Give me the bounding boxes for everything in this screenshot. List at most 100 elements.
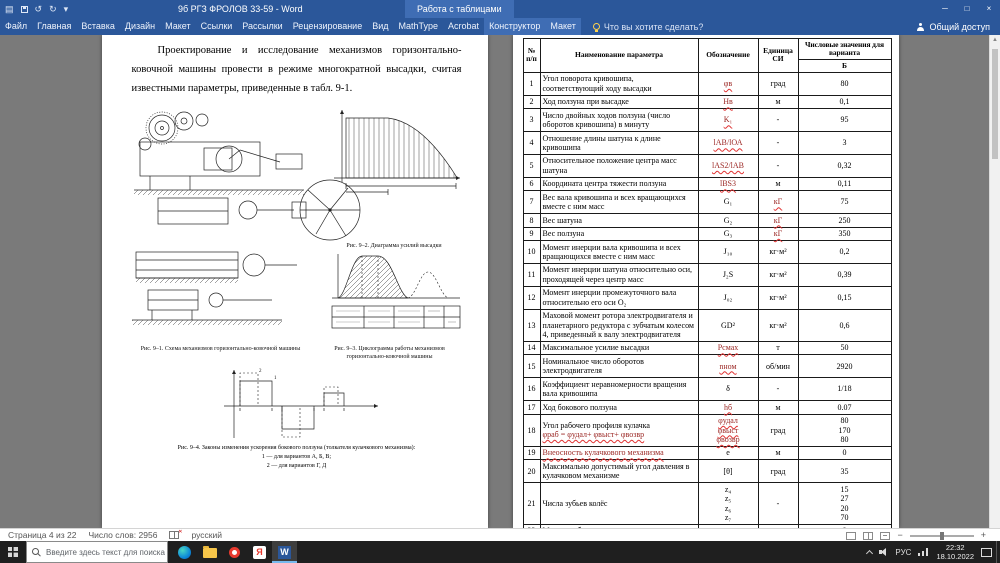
cell-unit[interactable]: - (758, 378, 798, 401)
cell-num[interactable]: 14 (523, 341, 540, 354)
cell-unit[interactable]: град (758, 414, 798, 446)
taskbar-clock[interactable]: 22:32 18.10.2022 (936, 543, 974, 561)
cell-num[interactable]: 5 (523, 154, 540, 177)
cell-name[interactable]: Ход ползуна при высадке (540, 95, 698, 108)
start-button[interactable] (0, 541, 26, 563)
cell-symbol[interactable]: [θ] (698, 460, 758, 483)
cell-unit[interactable]: - (758, 132, 798, 155)
cell-num[interactable]: 19 (523, 446, 540, 459)
cell-symbol[interactable]: G₃ (698, 227, 758, 240)
cell-num[interactable]: 12 (523, 286, 540, 309)
cell-value[interactable]: 0,2 (798, 241, 891, 264)
cell-value[interactable]: 0,1 (798, 95, 891, 108)
cell-symbol[interactable]: hб (698, 401, 758, 414)
header-values-group[interactable]: Числовые значения для варианта (798, 39, 891, 60)
cell-unit[interactable]: кг·м² (758, 286, 798, 309)
network-icon[interactable] (918, 548, 929, 556)
minimize-button[interactable]: ─ (934, 0, 956, 18)
zoom-slider[interactable] (910, 535, 974, 537)
word-count[interactable]: Число слов: 2956 (88, 530, 157, 540)
cell-name[interactable]: Угол рабочего профиля кулачкаφраб = φуда… (540, 414, 698, 446)
cell-name[interactable]: Числа зубьев колёс (540, 483, 698, 525)
cell-unit[interactable]: кГ (758, 191, 798, 214)
cell-symbol[interactable]: lАS2/lАВ (698, 154, 758, 177)
cell-symbol[interactable]: G₁ (698, 191, 758, 214)
cell-symbol[interactable]: φв (698, 72, 758, 95)
figure-9-4-caption[interactable]: Рис. 9–4. Законы изменения ускорения бок… (177, 445, 417, 453)
cell-value[interactable]: 250 (798, 214, 891, 227)
cell-value[interactable]: 80 170 80 (798, 414, 891, 446)
ribbon-tab[interactable]: Acrobat (443, 18, 484, 35)
tray-expand-icon[interactable] (866, 549, 873, 556)
cell-name[interactable]: Маховой момент ротора электродвигателя и… (540, 309, 698, 341)
show-desktop-button[interactable] (996, 541, 1000, 563)
cell-unit[interactable]: кг·м² (758, 263, 798, 286)
cell-value[interactable]: 95 (798, 109, 891, 132)
cell-symbol[interactable]: G₂ (698, 214, 758, 227)
ribbon-tab[interactable]: MathType (394, 18, 444, 35)
figure-9-2-caption[interactable]: Рис. 9–2. Диаграмма усилий высадки (327, 243, 462, 251)
cell-num[interactable]: 8 (523, 214, 540, 227)
cell-value[interactable]: 0,6 (798, 309, 891, 341)
cell-num[interactable]: 16 (523, 378, 540, 401)
language-switcher[interactable]: РУС (895, 548, 911, 557)
read-mode-button[interactable] (846, 532, 856, 540)
cell-name[interactable]: Момент инерции вала кривошипа и всех вра… (540, 241, 698, 264)
ribbon-tab[interactable]: Вид (367, 18, 393, 35)
ribbon-tab[interactable]: Рецензирование (288, 18, 368, 35)
cell-symbol[interactable]: J₂S (698, 263, 758, 286)
cell-symbol[interactable]: GD² (698, 309, 758, 341)
scrollbar-thumb[interactable] (992, 49, 998, 159)
ribbon-tab[interactable]: Главная (32, 18, 76, 35)
cell-symbol[interactable]: Pсмах (698, 341, 758, 354)
cell-value[interactable]: 350 (798, 227, 891, 240)
taskbar-browser-button[interactable] (222, 541, 247, 563)
cell-value[interactable]: 80 (798, 72, 891, 95)
context-ribbon-tab[interactable]: Макет (545, 18, 580, 35)
cell-value[interactable]: 0 (798, 446, 891, 459)
cell-name[interactable]: Число двойных ходов ползуна (число оборо… (540, 109, 698, 132)
cell-symbol[interactable]: J₁₀ (698, 241, 758, 264)
redo-icon[interactable]: ↻ (49, 0, 57, 18)
cell-num[interactable]: 21 (523, 483, 540, 525)
cell-name[interactable]: Внеосность кулачкового механизма (540, 446, 698, 459)
figure-9-1-caption[interactable]: Рис. 9–1. Схема механизмов горизонтально… (132, 346, 310, 354)
save-icon[interactable] (21, 6, 28, 13)
proofing-icon[interactable]: ✕ (169, 531, 179, 539)
cell-unit[interactable]: град (758, 460, 798, 483)
cell-unit[interactable]: об/мин (758, 355, 798, 378)
context-ribbon-tab[interactable]: Конструктор (484, 18, 545, 35)
cell-unit[interactable]: т (758, 341, 798, 354)
cell-num[interactable]: 1 (523, 72, 540, 95)
ribbon-tab[interactable]: Файл (0, 18, 32, 35)
page-indicator[interactable]: Страница 4 из 22 (8, 530, 76, 540)
cell-name[interactable]: Ход бокового ползуна (540, 401, 698, 414)
ribbon-tab[interactable]: Рассылки (237, 18, 287, 35)
cell-symbol[interactable]: nном (698, 355, 758, 378)
cell-value[interactable]: 0,15 (798, 286, 891, 309)
taskbar-yandex-button[interactable]: Я (247, 541, 272, 563)
header-name[interactable]: Наименование параметра (540, 39, 698, 73)
qat-customize-icon[interactable]: ▾ (64, 0, 69, 18)
print-layout-button[interactable] (863, 532, 873, 540)
cell-num[interactable]: 20 (523, 460, 540, 483)
zoom-out-button[interactable]: − (897, 529, 902, 542)
cell-unit[interactable]: м (758, 401, 798, 414)
cell-unit[interactable]: - (758, 109, 798, 132)
cell-value[interactable]: 0,32 (798, 154, 891, 177)
zoom-in-button[interactable]: + (981, 529, 986, 542)
cell-unit[interactable]: кг·м² (758, 309, 798, 341)
cell-value[interactable]: 1/18 (798, 378, 891, 401)
cell-num[interactable]: 4 (523, 132, 540, 155)
cell-unit[interactable]: кГ (758, 227, 798, 240)
cell-num[interactable]: 13 (523, 309, 540, 341)
language-indicator[interactable]: русский (191, 530, 222, 540)
undo-icon[interactable]: ↺ (35, 0, 43, 18)
cell-unit[interactable]: - (758, 154, 798, 177)
cell-symbol[interactable]: δ (698, 378, 758, 401)
cell-num[interactable]: 9 (523, 227, 540, 240)
volume-icon[interactable] (879, 548, 888, 556)
cell-unit[interactable]: кГ (758, 214, 798, 227)
ribbon-tab[interactable]: Дизайн (120, 18, 160, 35)
cell-symbol[interactable]: J₀₂ (698, 286, 758, 309)
